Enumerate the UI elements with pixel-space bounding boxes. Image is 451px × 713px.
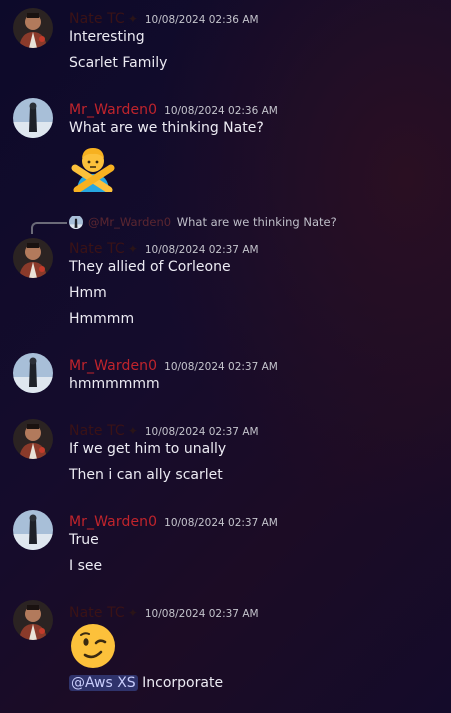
message-text: They allied of Corleone <box>69 259 231 275</box>
nate-avatar[interactable] <box>13 8 53 48</box>
message-text: What are we thinking Nate? <box>69 120 264 136</box>
warden-avatar[interactable] <box>13 353 53 393</box>
nate-avatar[interactable] <box>13 419 53 459</box>
timestamp: 10/08/2024 02:37 AM <box>164 361 278 373</box>
timestamp: 10/08/2024 02:37 AM <box>144 244 259 256</box>
timestamp: 10/08/2024 02:37 AM <box>144 426 259 438</box>
username[interactable]: Nate TC <box>69 605 125 621</box>
timestamp: 10/08/2024 02:36 AM <box>144 14 259 26</box>
reply-preview[interactable]: @Mr_Warden0 What are we thinking Nate? <box>88 215 337 229</box>
message-text: Hmmmm <box>69 311 135 327</box>
message-text: hmmmmmm <box>69 376 160 392</box>
username[interactable]: Mr_Warden0 <box>69 514 157 530</box>
reply-avatar[interactable] <box>69 215 83 229</box>
message-text: True <box>69 532 99 548</box>
nate-avatar[interactable] <box>13 600 53 640</box>
role-badge-icon: ✦ <box>127 606 138 620</box>
message-text: If we get him to unally <box>69 441 227 457</box>
message-text-after-mention: Incorporate <box>142 675 224 691</box>
message-text: Then i can ally scarlet <box>69 467 223 483</box>
message-header: Nate TC ✦ 10/08/2024 02:37 AM <box>69 420 259 439</box>
message-header: Nate TC ✦ 10/08/2024 02:36 AM <box>69 8 259 27</box>
reply-mention[interactable]: @Mr_Warden0 <box>88 215 171 229</box>
message-text: Scarlet Family <box>69 55 168 71</box>
username[interactable]: Mr_Warden0 <box>69 102 157 118</box>
user-mention[interactable]: @Aws XS <box>69 675 138 691</box>
person-gesturing-no-emoji <box>69 144 117 196</box>
message-text: @Aws XS Incorporate <box>69 675 223 691</box>
role-badge-icon: ✦ <box>127 12 138 26</box>
timestamp: 10/08/2024 02:37 AM <box>164 517 278 529</box>
message-header: Mr_Warden0 10/08/2024 02:37 AM <box>69 511 278 530</box>
message-header: Nate TC ✦ 10/08/2024 02:37 AM <box>69 602 259 621</box>
role-badge-icon: ✦ <box>127 424 138 438</box>
timestamp: 10/08/2024 02:36 AM <box>164 105 278 117</box>
message-header: Nate TC ✦ 10/08/2024 02:37 AM <box>69 238 259 257</box>
warden-avatar[interactable] <box>13 510 53 550</box>
role-badge-icon: ✦ <box>127 242 138 256</box>
message-text: Interesting <box>69 29 145 45</box>
username[interactable]: Nate TC <box>69 423 125 439</box>
message-text: Hmm <box>69 285 107 301</box>
username[interactable]: Mr_Warden0 <box>69 358 157 374</box>
message-text: I see <box>69 558 103 574</box>
reply-connector <box>31 222 67 234</box>
message-header: Mr_Warden0 10/08/2024 02:37 AM <box>69 355 278 374</box>
warden-avatar[interactable] <box>13 98 53 138</box>
timestamp: 10/08/2024 02:37 AM <box>144 608 259 620</box>
message-header: Mr_Warden0 10/08/2024 02:36 AM <box>69 99 278 118</box>
username[interactable]: Nate TC <box>69 241 125 257</box>
username[interactable]: Nate TC <box>69 11 125 27</box>
winking-face-emoji <box>69 622 117 674</box>
nate-avatar[interactable] <box>13 238 53 278</box>
reply-content: What are we thinking Nate? <box>176 215 337 229</box>
